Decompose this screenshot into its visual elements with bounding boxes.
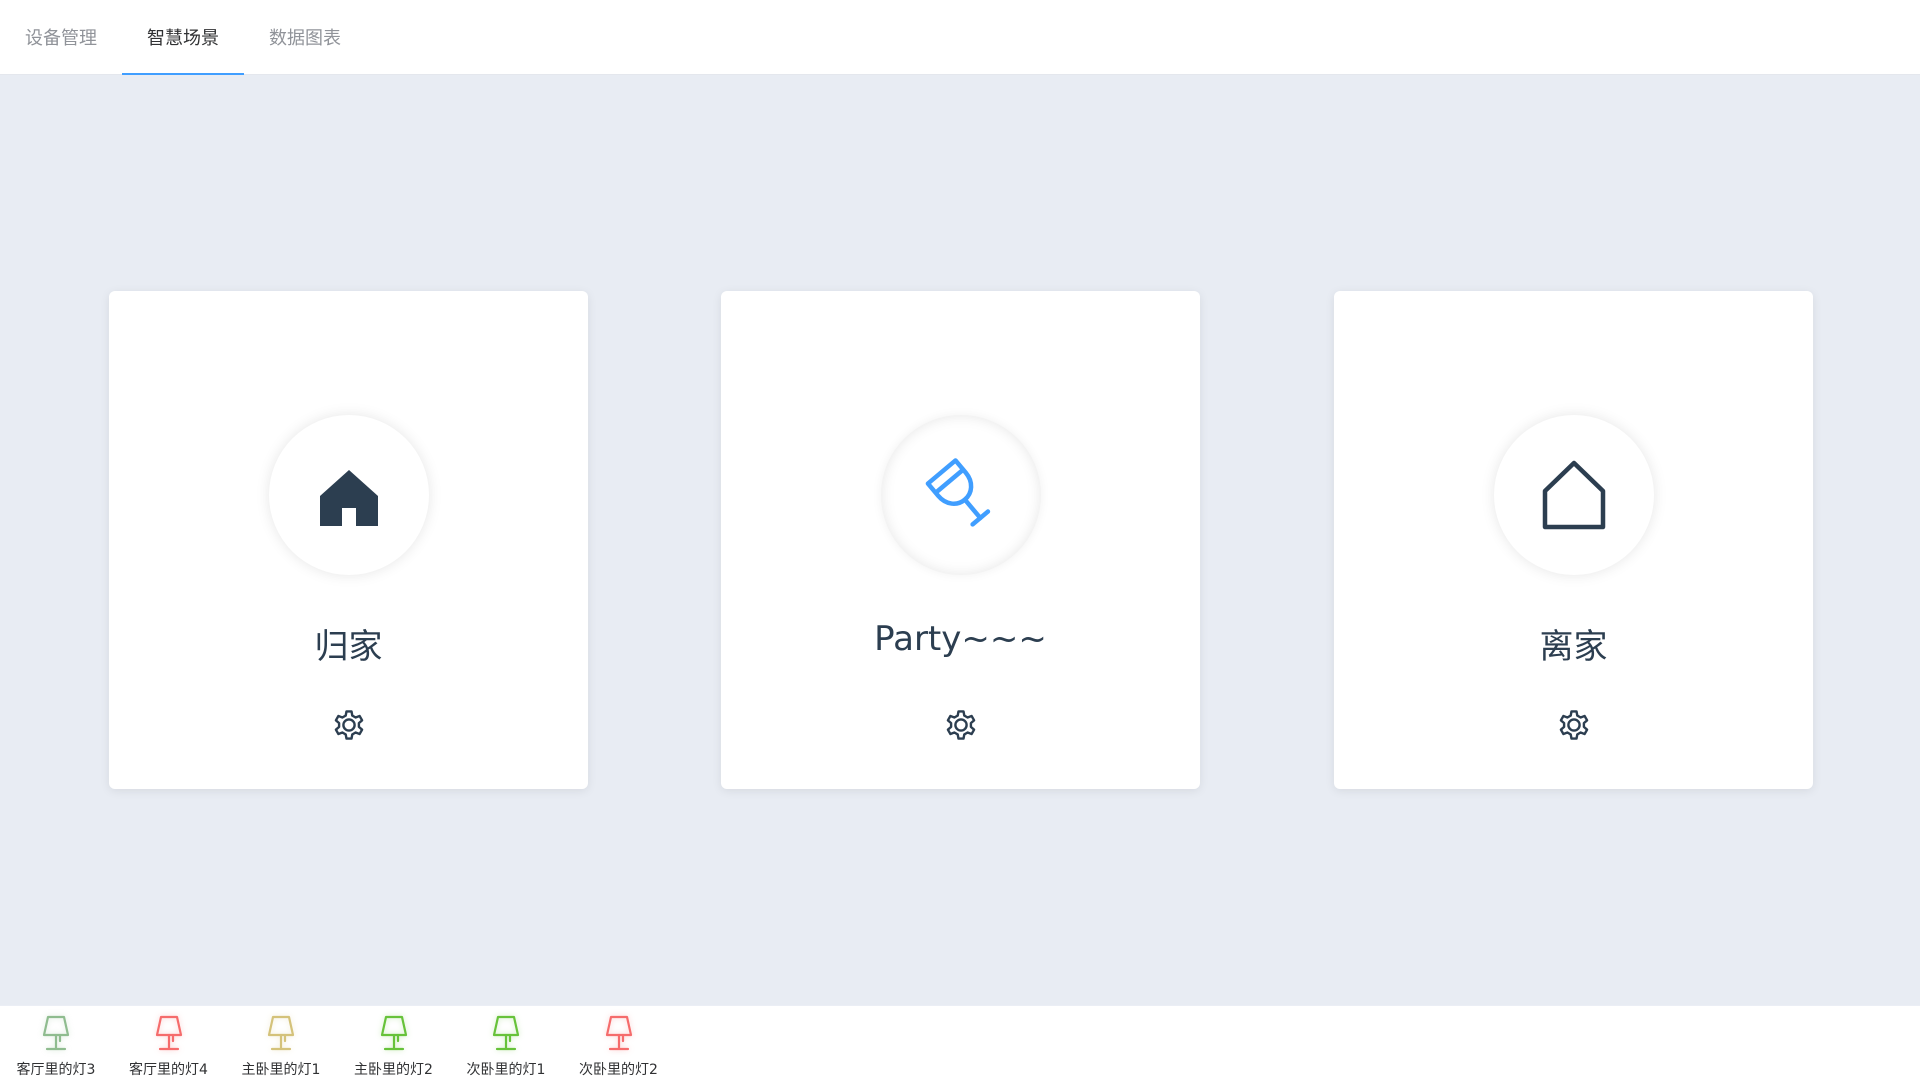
lamp-icon bbox=[149, 1014, 189, 1058]
device-label: 主卧里的灯2 bbox=[354, 1062, 433, 1078]
lamp-icon bbox=[486, 1014, 526, 1058]
device-label: 次卧里的灯1 bbox=[466, 1062, 546, 1078]
lamp-icon bbox=[36, 1014, 76, 1058]
device-item[interactable]: 主卧里的灯2 bbox=[352, 1006, 436, 1079]
scene-settings-button[interactable] bbox=[1554, 705, 1594, 745]
tab-smart-scenes[interactable]: 智慧场景 bbox=[122, 0, 244, 75]
lamp-icon bbox=[261, 1014, 301, 1058]
scene-name: 归家 bbox=[314, 627, 383, 667]
scene-name: Party~~~ bbox=[874, 619, 1047, 659]
gear-icon bbox=[946, 710, 975, 740]
device-item[interactable]: 客厅里的灯4 bbox=[127, 1006, 211, 1079]
device-item[interactable]: 次卧里的灯1 bbox=[464, 1006, 548, 1079]
scene-icon-button[interactable] bbox=[880, 415, 1041, 575]
device-item[interactable]: 次卧里的灯2 bbox=[577, 1006, 661, 1079]
scene-card-party[interactable]: Party~~~ bbox=[721, 291, 1200, 789]
tab-device-management[interactable]: 设备管理 bbox=[0, 0, 122, 74]
scene-icon-button[interactable] bbox=[1493, 415, 1654, 575]
tab-list: 设备管理 智慧场景 数据图表 bbox=[0, 0, 1920, 75]
top-nav: 设备管理 智慧场景 数据图表 bbox=[0, 0, 1920, 75]
scene-panel: 归家 Party~~~ 离家 bbox=[0, 76, 1920, 1005]
scene-name: 离家 bbox=[1539, 627, 1608, 667]
lamp-icon bbox=[599, 1014, 639, 1058]
wine-glass-icon bbox=[925, 458, 990, 527]
scene-card-away[interactable]: 离家 bbox=[1334, 291, 1813, 789]
scene-settings-button[interactable] bbox=[941, 705, 981, 745]
device-label: 客厅里的灯4 bbox=[129, 1062, 208, 1078]
lamp-icon bbox=[374, 1014, 414, 1058]
scene-settings-button[interactable] bbox=[329, 705, 369, 745]
device-label: 客厅里的灯3 bbox=[16, 1062, 96, 1078]
scene-card-home[interactable]: 归家 bbox=[109, 291, 588, 789]
device-item[interactable]: 客厅里的灯3 bbox=[14, 1006, 98, 1079]
home-outline-icon bbox=[1542, 460, 1605, 530]
gear-icon bbox=[1559, 710, 1588, 740]
device-label: 次卧里的灯2 bbox=[579, 1062, 658, 1078]
home-filled-icon bbox=[319, 470, 378, 526]
device-bar: 客厅里的灯3 客厅里的灯4 主卧里的灯1 主卧里的灯2 次卧里的灯1 次卧里的灯… bbox=[0, 1005, 1920, 1080]
device-item[interactable]: 主卧里的灯1 bbox=[239, 1006, 323, 1079]
gear-icon bbox=[334, 710, 363, 740]
device-label: 主卧里的灯1 bbox=[241, 1062, 321, 1078]
scene-icon-button[interactable] bbox=[268, 415, 429, 575]
tab-data-charts[interactable]: 数据图表 bbox=[244, 0, 366, 74]
